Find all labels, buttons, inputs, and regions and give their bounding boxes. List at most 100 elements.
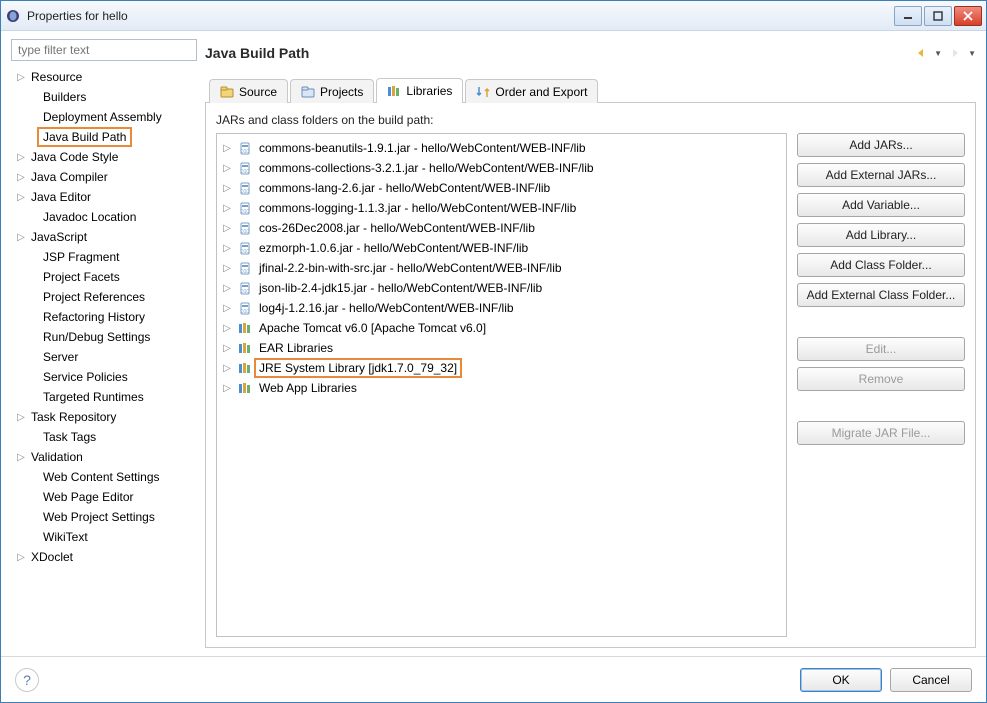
- expand-icon[interactable]: ▷: [221, 243, 233, 254]
- tree-item-resource[interactable]: ▷Resource: [11, 67, 197, 87]
- tree-item-web-page-editor[interactable]: Web Page Editor: [11, 487, 197, 507]
- tree-item-web-project-settings[interactable]: Web Project Settings: [11, 507, 197, 527]
- tree-item-javadoc-location[interactable]: Javadoc Location: [11, 207, 197, 227]
- tree-item-jsp-fragment[interactable]: JSP Fragment: [11, 247, 197, 267]
- add-jars-button[interactable]: Add JARs...: [797, 133, 965, 157]
- library-item[interactable]: ▷010commons-collections-3.2.1.jar - hell…: [221, 158, 782, 178]
- tree-item-java-build-path[interactable]: Java Build Path: [11, 127, 197, 147]
- expand-icon[interactable]: ▷: [221, 343, 233, 354]
- library-label: cos-26Dec2008.jar - hello/WebContent/WEB…: [257, 221, 537, 235]
- cancel-button[interactable]: Cancel: [890, 668, 972, 692]
- tree-item-project-references[interactable]: Project References: [11, 287, 197, 307]
- expand-icon[interactable]: ▷: [15, 172, 27, 183]
- library-item[interactable]: ▷010json-lib-2.4-jdk15.jar - hello/WebCo…: [221, 278, 782, 298]
- library-item[interactable]: ▷010log4j-1.2.16.jar - hello/WebContent/…: [221, 298, 782, 318]
- tree-item-task-tags[interactable]: Task Tags: [11, 427, 197, 447]
- tree-item-javascript[interactable]: ▷JavaScript: [11, 227, 197, 247]
- tree-item-label: Server: [39, 349, 82, 365]
- tree-item-validation[interactable]: ▷Validation: [11, 447, 197, 467]
- library-label: jfinal-2.2-bin-with-src.jar - hello/WebC…: [257, 261, 564, 275]
- library-item[interactable]: ▷ 010 commons-logging-1.1.3.jar - hello/We…: [221, 198, 782, 218]
- back-button[interactable]: [914, 46, 928, 60]
- maximize-button[interactable]: [924, 6, 952, 26]
- expand-icon[interactable]: ▷: [221, 283, 233, 294]
- minimize-button[interactable]: [894, 6, 922, 26]
- tab-source[interactable]: Source: [209, 79, 288, 103]
- expand-icon[interactable]: ▷: [15, 192, 27, 203]
- library-item[interactable]: ▷010jfinal-2.2-bin-with-src.jar - hello/…: [221, 258, 782, 278]
- expand-icon[interactable]: ▷: [221, 363, 233, 374]
- library-item[interactable]: ▷Apache Tomcat v6.0 [Apache Tomcat v6.0]: [221, 318, 782, 338]
- library-list[interactable]: ▷010commons-beanutils-1.9.1.jar - hello/…: [216, 133, 787, 637]
- instruction-text: JARs and class folders on the build path…: [216, 113, 965, 127]
- tree-item-java-compiler[interactable]: ▷Java Compiler: [11, 167, 197, 187]
- expand-icon[interactable]: ▷: [15, 412, 27, 423]
- expand-icon[interactable]: ▷: [221, 203, 233, 214]
- tree-item-task-repository[interactable]: ▷Task Repository: [11, 407, 197, 427]
- source-icon: [220, 85, 234, 99]
- help-button[interactable]: ?: [15, 668, 39, 692]
- tree-item-label: Web Page Editor: [39, 489, 138, 505]
- expand-icon[interactable]: ▷: [221, 223, 233, 234]
- add-variable-button[interactable]: Add Variable...: [797, 193, 965, 217]
- expand-icon[interactable]: ▷: [221, 163, 233, 174]
- library-item[interactable]: ▷Web App Libraries: [221, 378, 782, 398]
- tree-item-server[interactable]: Server: [11, 347, 197, 367]
- tree-item-label: Java Build Path: [39, 129, 130, 145]
- tree-item-label: Java Editor: [27, 189, 95, 205]
- page-title: Java Build Path: [205, 45, 914, 61]
- tree-item-builders[interactable]: Builders: [11, 87, 197, 107]
- tree-item-xdoclet[interactable]: ▷XDoclet: [11, 547, 197, 567]
- tab-libraries[interactable]: Libraries: [376, 78, 463, 103]
- add-external-jars-button[interactable]: Add External JARs...: [797, 163, 965, 187]
- forward-dropdown-icon[interactable]: ▼: [968, 49, 976, 58]
- migrate-jar-button: Migrate JAR File...: [797, 421, 965, 445]
- library-item[interactable]: ▷JRE System Library [jdk1.7.0_79_32]: [221, 358, 782, 378]
- svg-text:010: 010: [241, 189, 250, 195]
- tree-item-refactoring-history[interactable]: Refactoring History: [11, 307, 197, 327]
- svg-text:010: 010: [241, 209, 250, 215]
- tree-item-label: Deployment Assembly: [39, 109, 166, 125]
- tree-item-label: Builders: [39, 89, 90, 105]
- tree-item-run-debug-settings[interactable]: Run/Debug Settings: [11, 327, 197, 347]
- tree-item-targeted-runtimes[interactable]: Targeted Runtimes: [11, 387, 197, 407]
- ok-button[interactable]: OK: [800, 668, 882, 692]
- library-item[interactable]: ▷EAR Libraries: [221, 338, 782, 358]
- expand-icon[interactable]: ▷: [15, 72, 27, 83]
- tree-item-project-facets[interactable]: Project Facets: [11, 267, 197, 287]
- expand-icon[interactable]: ▷: [15, 152, 27, 163]
- expand-icon[interactable]: ▷: [221, 263, 233, 274]
- expand-icon[interactable]: ▷: [221, 143, 233, 154]
- expand-icon[interactable]: ▷: [221, 323, 233, 334]
- library-item[interactable]: ▷010cos-26Dec2008.jar - hello/WebContent…: [221, 218, 782, 238]
- tree-item-web-content-settings[interactable]: Web Content Settings: [11, 467, 197, 487]
- filter-input[interactable]: [11, 39, 197, 61]
- tree-item-java-code-style[interactable]: ▷Java Code Style: [11, 147, 197, 167]
- tree-item-label: JavaScript: [27, 229, 91, 245]
- library-item[interactable]: ▷010commons-lang-2.6.jar - hello/WebCont…: [221, 178, 782, 198]
- tree-item-label: Service Policies: [39, 369, 132, 385]
- tree-item-deployment-assembly[interactable]: Deployment Assembly: [11, 107, 197, 127]
- tree-item-java-editor[interactable]: ▷Java Editor: [11, 187, 197, 207]
- expand-icon[interactable]: ▷: [15, 232, 27, 243]
- tab-order-and-export[interactable]: Order and Export: [465, 79, 598, 103]
- expand-icon[interactable]: ▷: [15, 552, 27, 563]
- library-item[interactable]: ▷010ezmorph-1.0.6.jar - hello/WebContent…: [221, 238, 782, 258]
- tree-item-wikitext[interactable]: WikiText: [11, 527, 197, 547]
- expand-icon[interactable]: ▷: [221, 303, 233, 314]
- back-dropdown-icon[interactable]: ▼: [934, 49, 942, 58]
- svg-text:010: 010: [241, 249, 250, 255]
- tree-item-service-policies[interactable]: Service Policies: [11, 367, 197, 387]
- category-tree[interactable]: ▷Resource Builders Deployment Assembly Java…: [11, 67, 197, 648]
- library-label: commons-collections-3.2.1.jar - hello/We…: [257, 161, 596, 175]
- expand-icon[interactable]: ▷: [221, 183, 233, 194]
- add-external-class-folder-button[interactable]: Add External Class Folder...: [797, 283, 965, 307]
- library-item[interactable]: ▷010commons-beanutils-1.9.1.jar - hello/…: [221, 138, 782, 158]
- expand-icon[interactable]: ▷: [221, 383, 233, 394]
- add-library-button[interactable]: Add Library...: [797, 223, 965, 247]
- close-button[interactable]: [954, 6, 982, 26]
- tab-projects[interactable]: Projects: [290, 79, 374, 103]
- add-class-folder-button[interactable]: Add Class Folder...: [797, 253, 965, 277]
- expand-icon[interactable]: ▷: [15, 452, 27, 463]
- library-label: commons-logging-1.1.3.jar - hello/WebCon…: [257, 201, 578, 215]
